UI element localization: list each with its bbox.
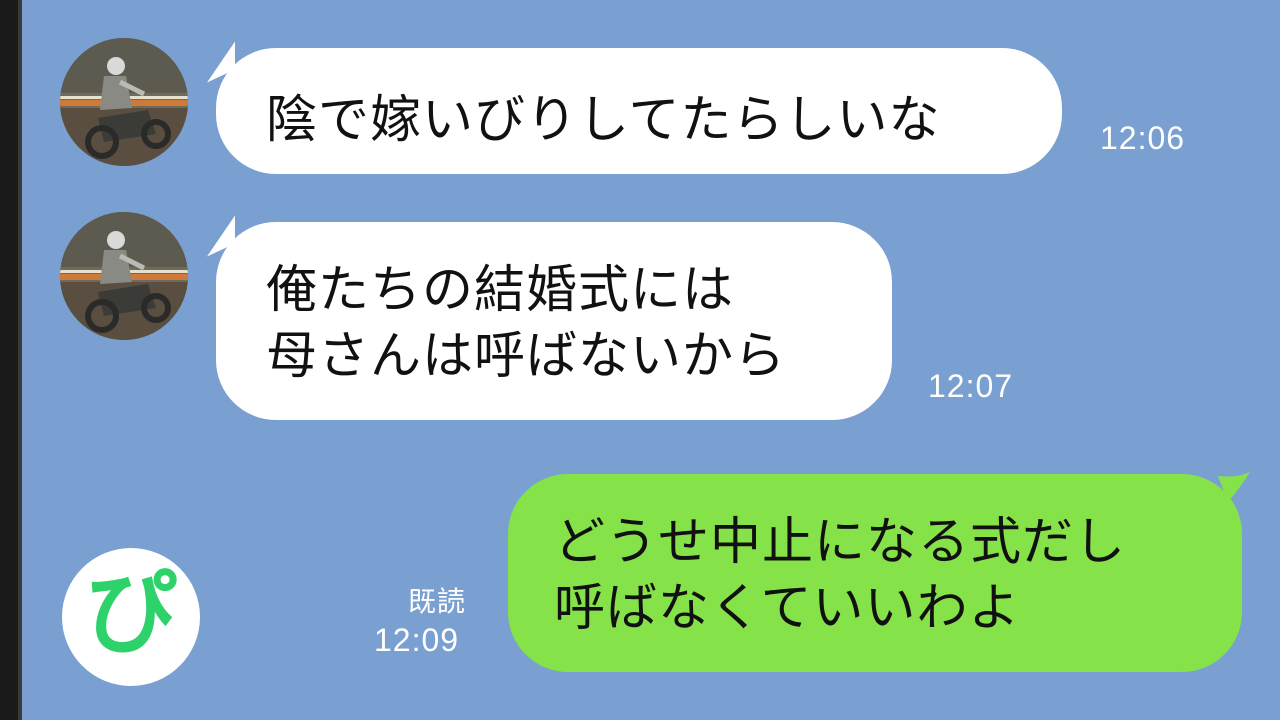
message-bubble-incoming[interactable]: 俺たちの結婚式には 母さんは呼ばないから <box>216 222 892 420</box>
message-text: 陰で嫁いびりしてたらしいな <box>266 91 941 150</box>
message-bubble-outgoing[interactable]: どうせ中止になる式だし 呼ばなくていいわよ <box>508 474 1242 672</box>
message-bubble-incoming[interactable]: 陰で嫁いびりしてたらしいな <box>216 48 1062 174</box>
motocross-rider-icon <box>60 38 188 166</box>
message-time: 12:07 <box>928 368 1014 404</box>
message-text-line: 母さんは呼ばないから <box>266 327 787 386</box>
message-time: 12:06 <box>1100 120 1186 156</box>
message-time: 12:09 <box>374 622 460 658</box>
avatar[interactable] <box>60 212 188 340</box>
pi-logo-icon: ぴ <box>62 548 200 686</box>
chat-screen: 陰で嫁いびりしてたらしいな 12:06 俺たちの結婚式には 母さんは呼ばないから… <box>0 0 1280 720</box>
message-text-line: 俺たちの結婚式には <box>266 261 735 320</box>
message-text-line: 呼ばなくていいわよ <box>554 579 1021 638</box>
motocross-rider-icon <box>60 212 188 340</box>
logo-glyph: ぴ <box>84 560 177 667</box>
read-receipt: 既読 <box>408 585 467 618</box>
message-text-line: どうせ中止になる式だし <box>554 513 1127 572</box>
avatar[interactable] <box>60 38 188 166</box>
device-bezel <box>0 0 22 720</box>
